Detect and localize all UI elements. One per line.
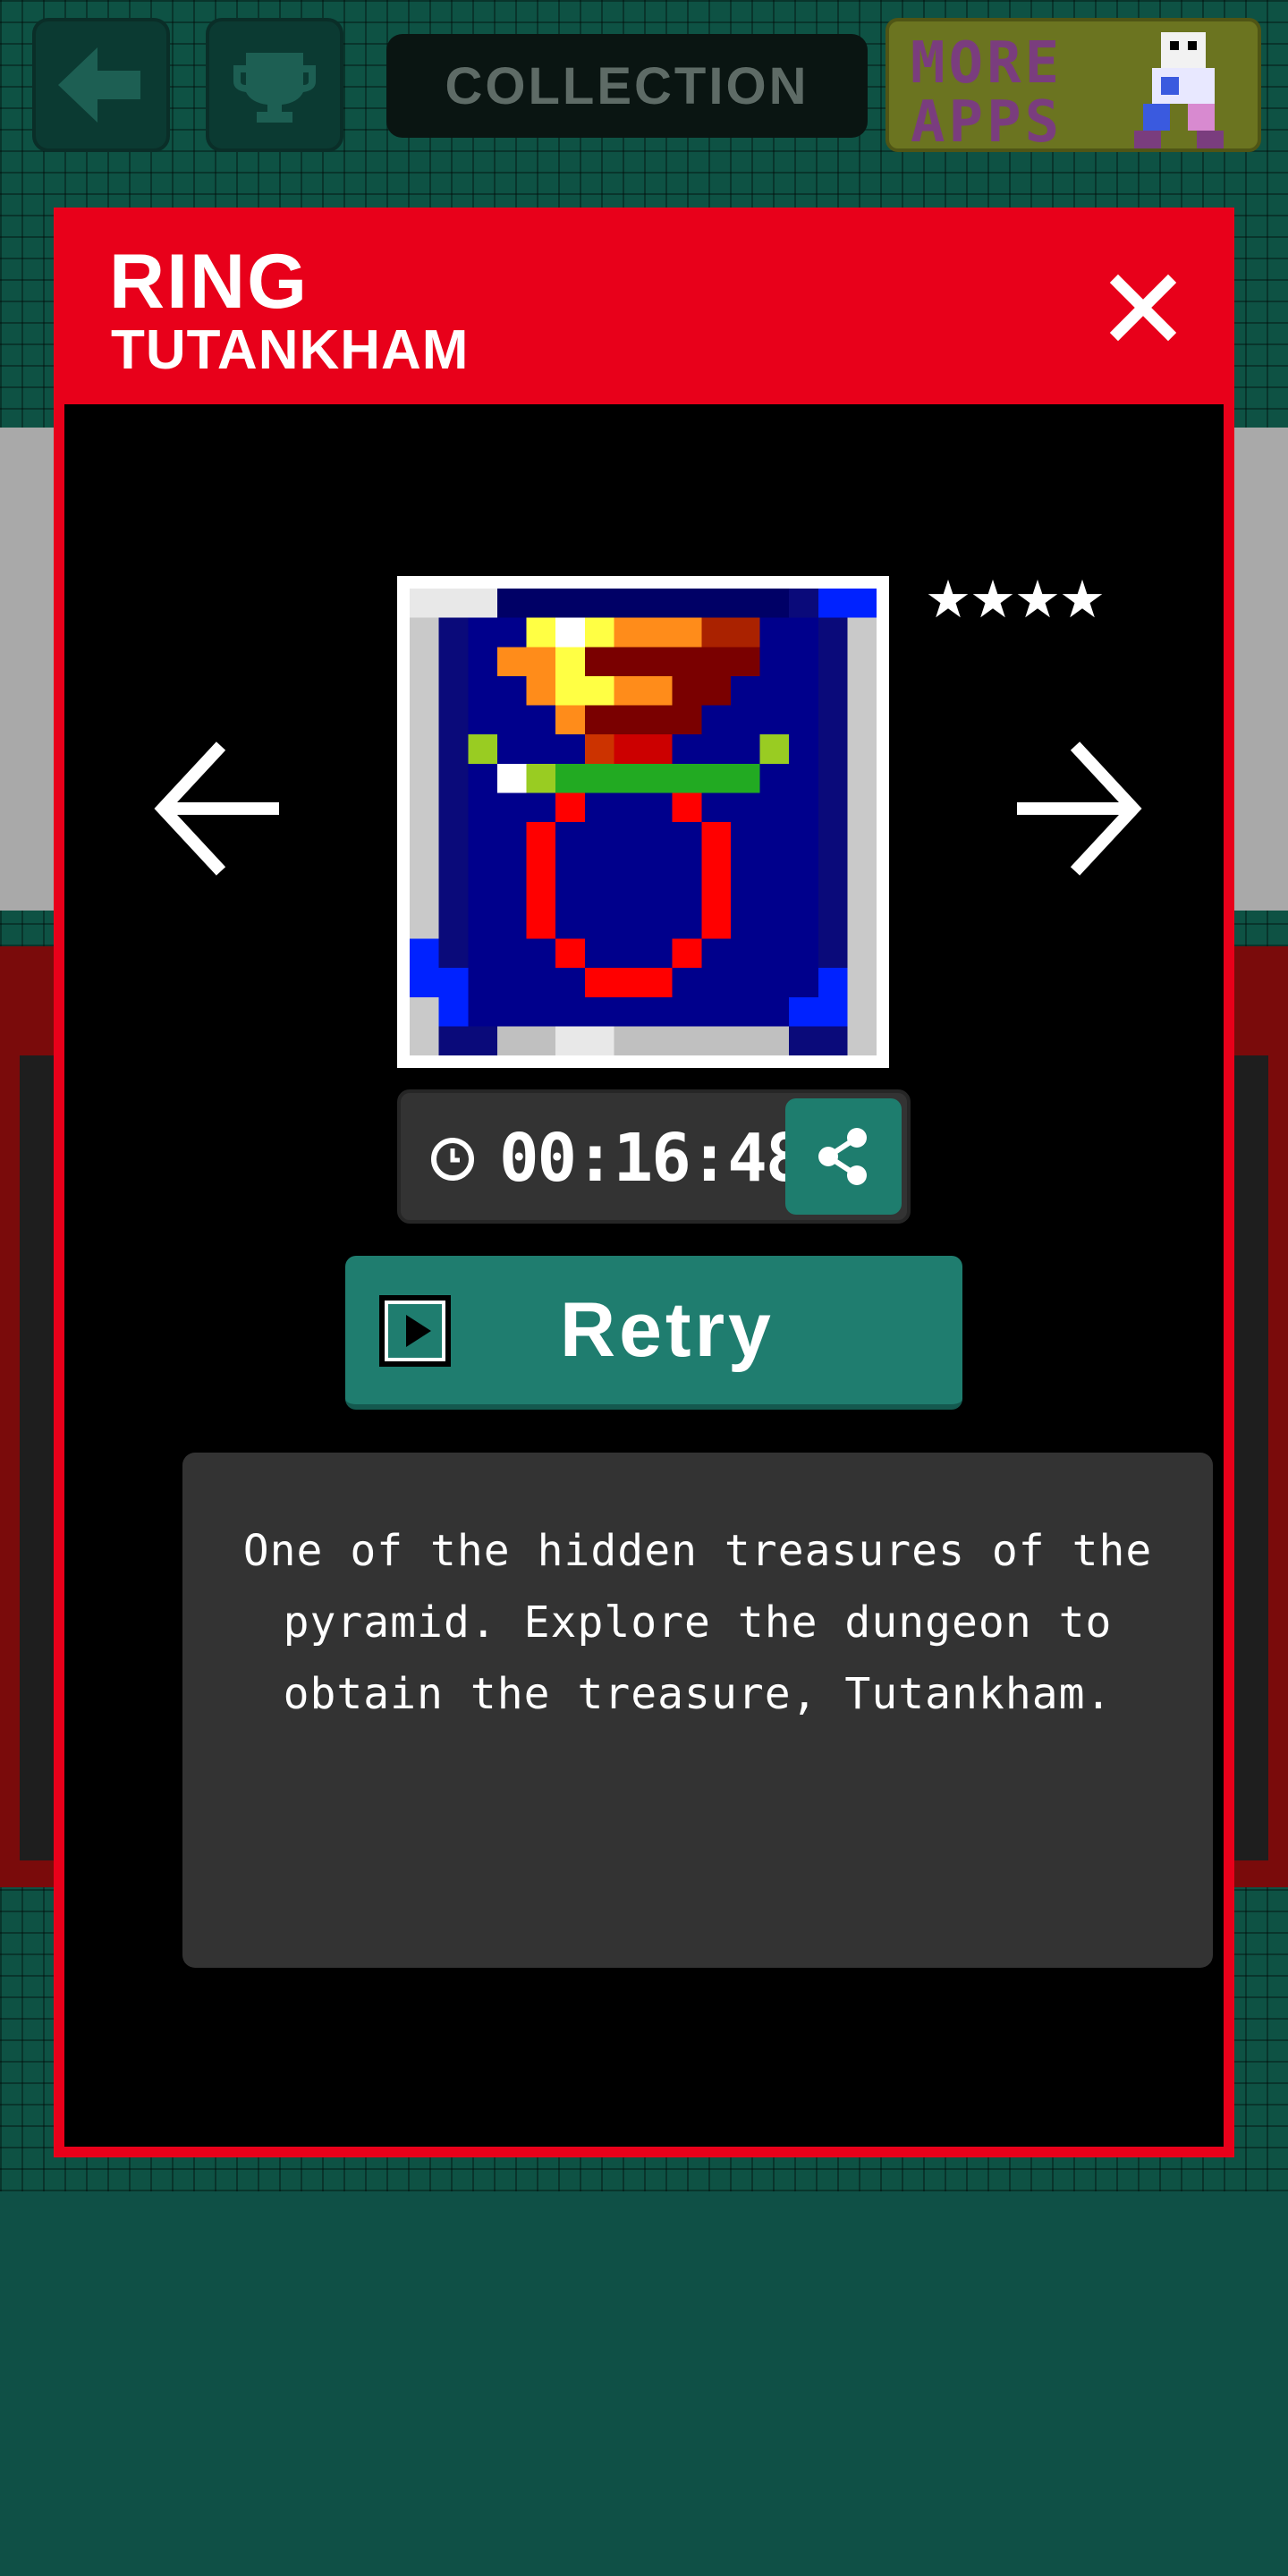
item-title: RING (109, 239, 309, 325)
item-description: One of the hidden treasures of the pyram… (242, 1526, 1153, 1719)
more-apps-label: MORE APPS (911, 30, 1063, 156)
back-arrow-icon (58, 47, 140, 123)
share-button[interactable] (785, 1098, 902, 1215)
item-game-name: TUTANKHAM (111, 319, 470, 381)
item-detail-modal: RING TUTANKHAM ★★★★ 00:16:48 Retry One o… (54, 208, 1234, 2157)
back-button[interactable] (32, 18, 170, 152)
prev-arrow-icon[interactable] (149, 733, 284, 885)
bottom-background (0, 2191, 1288, 2576)
rating-stars: ★★★★ (925, 569, 1106, 630)
share-icon (818, 1128, 867, 1185)
more-apps-button[interactable]: MORE APPS (886, 18, 1261, 152)
modal-header: RING TUTANKHAM (64, 218, 1224, 404)
retry-button[interactable]: Retry (345, 1256, 962, 1410)
retry-label: Retry (560, 1287, 775, 1373)
clear-time-panel: 00:16:48 (397, 1089, 911, 1224)
top-bar: COLLECTION MORE APPS (0, 0, 1288, 179)
play-icon (379, 1295, 451, 1367)
pixel-character-icon (1134, 32, 1224, 148)
trophy-icon (233, 53, 316, 123)
ring-pixel-art (410, 589, 877, 1055)
background-card-right (1225, 428, 1288, 911)
item-image (397, 576, 889, 1068)
clock-icon (431, 1138, 474, 1181)
trophy-button[interactable] (206, 18, 343, 152)
collection-button[interactable]: COLLECTION (386, 34, 868, 138)
description-box: One of the hidden treasures of the pyram… (182, 1453, 1213, 1968)
clear-time: 00:16:48 (499, 1120, 805, 1197)
close-icon[interactable] (1107, 272, 1179, 343)
next-arrow-icon[interactable] (1013, 733, 1147, 885)
